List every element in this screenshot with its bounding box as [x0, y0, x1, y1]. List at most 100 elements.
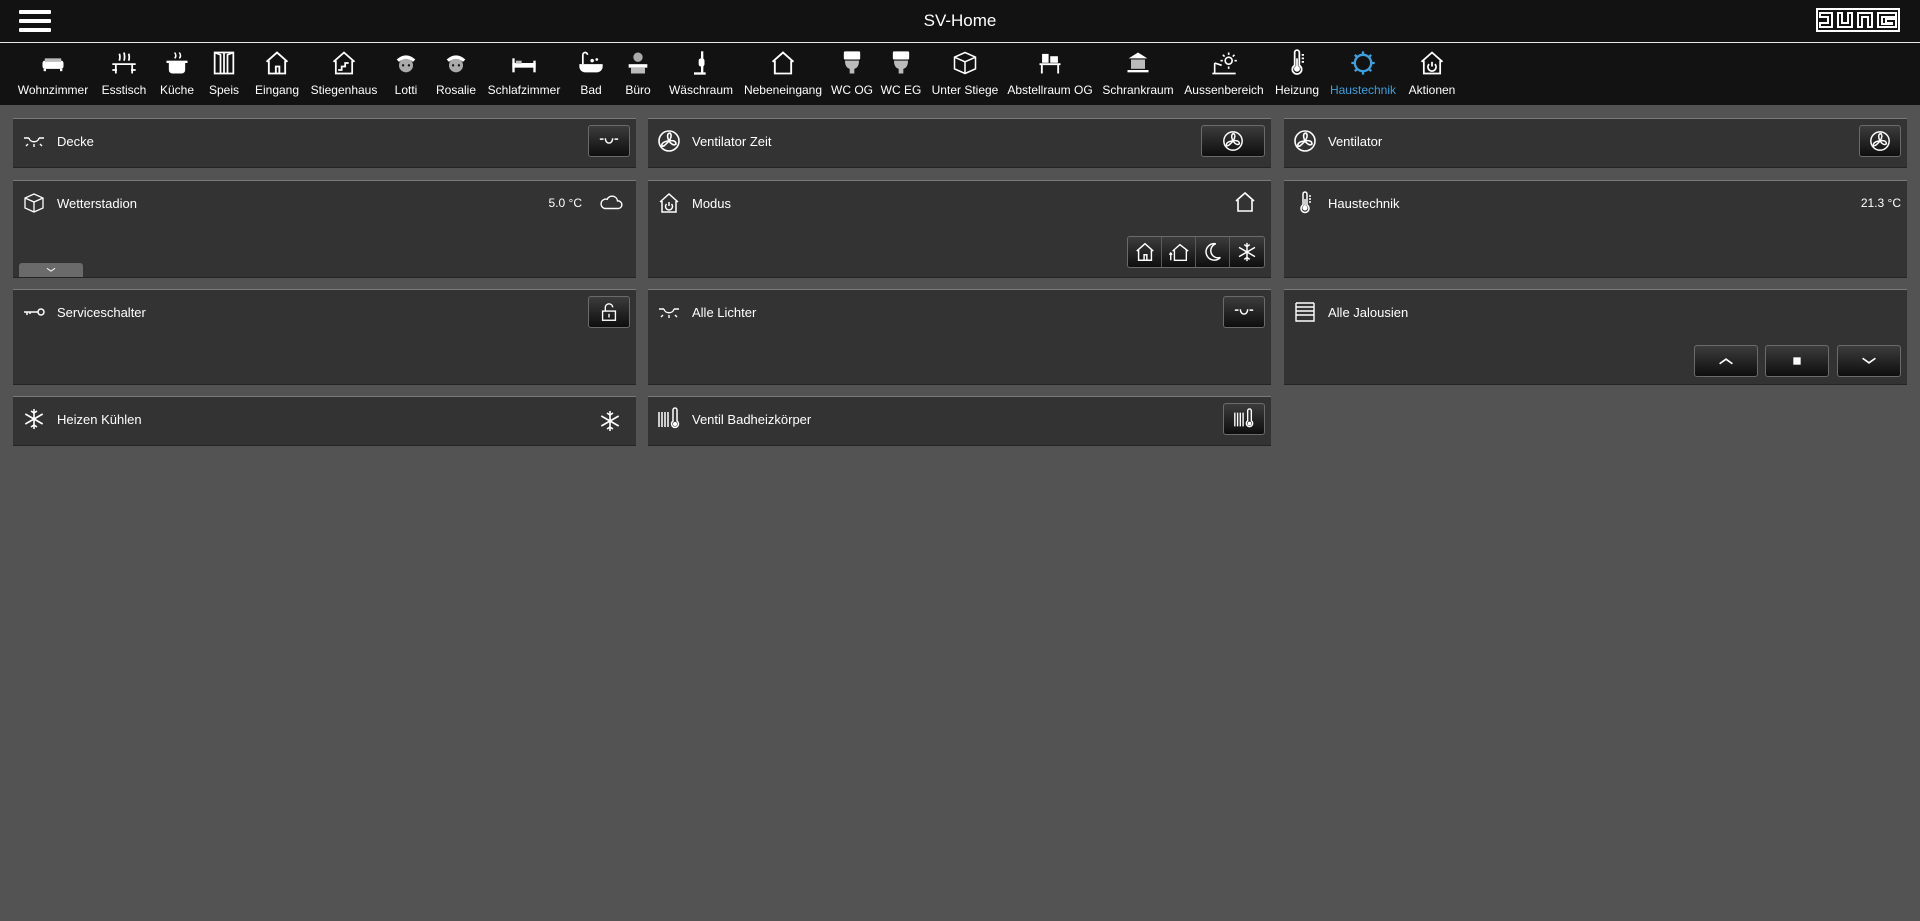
tile-serviceschalter: Serviceschalter [13, 289, 636, 385]
chevron-up-icon [1715, 350, 1737, 372]
mode-home-button[interactable] [1128, 237, 1162, 267]
brand-logo [1816, 8, 1900, 32]
stop-icon [1786, 350, 1808, 372]
dining-table-icon [108, 47, 140, 79]
modus-button-group [1127, 236, 1265, 268]
toilet-icon [836, 47, 868, 79]
nav-item-buero[interactable]: Büro [616, 43, 660, 106]
tile-label: Haustechnik [1328, 196, 1400, 211]
office-person-icon [622, 47, 654, 79]
ventil-badheizkoerper-button[interactable] [1223, 403, 1265, 435]
nav-item-aussenbereich[interactable]: Aussenbereich [1182, 43, 1266, 106]
gear-icon [1347, 47, 1379, 79]
snowflake-icon [1236, 241, 1258, 263]
stairs-house-icon [328, 47, 360, 79]
fan-icon [1869, 130, 1891, 152]
bed-icon [508, 47, 540, 79]
house-arrow-icon [1168, 241, 1190, 263]
tile-label: Decke [57, 134, 94, 149]
nav-item-stiegenhaus[interactable]: Stiegenhaus [308, 43, 380, 106]
nav-item-esstisch[interactable]: Esstisch [96, 43, 152, 106]
cloud-icon [596, 189, 626, 215]
snowflake-icon [21, 406, 47, 432]
tile-alle-jalousien: Alle Jalousien [1284, 289, 1907, 385]
child-face-icon [390, 47, 422, 79]
nav-item-waeschraum[interactable]: Wäschraum [664, 43, 738, 106]
mode-away-button[interactable] [1162, 237, 1196, 267]
tile-ventilator: Ventilator [1284, 118, 1907, 168]
tile-label: Ventilator [1328, 134, 1383, 149]
house-icon [1134, 241, 1156, 263]
chevron-down-icon [42, 263, 60, 277]
vacuum-cleaner-icon [685, 47, 717, 79]
nav-item-schrankraum[interactable]: Schrankraum [1098, 43, 1178, 106]
ceiling-light-icon [21, 128, 47, 154]
nav-item-unter-stiege[interactable]: Unter Stiege [928, 43, 1002, 106]
box-icon [949, 47, 981, 79]
decke-toggle-button[interactable] [588, 125, 630, 157]
expand-button[interactable] [19, 263, 83, 277]
nav-item-eingang[interactable]: Eingang [250, 43, 304, 106]
nav-item-rosalie[interactable]: Rosalie [430, 43, 482, 106]
fan-icon [656, 128, 682, 154]
mode-frost-button[interactable] [1230, 237, 1264, 267]
snowflake-icon [598, 409, 622, 433]
cooking-pot-icon [161, 47, 193, 79]
house-power-icon [1416, 47, 1448, 79]
nav-item-wc-eg[interactable]: WC EG [878, 43, 924, 106]
house-power-icon [656, 190, 682, 216]
child-face-icon [440, 47, 472, 79]
blinds-icon [1292, 299, 1318, 325]
top-bar: SV-Home [0, 0, 1920, 42]
ventilator-button[interactable] [1859, 125, 1901, 157]
serviceschalter-button[interactable] [588, 296, 630, 328]
tile-label: Ventilator Zeit [692, 134, 772, 149]
jalousien-stop-button[interactable] [1765, 345, 1829, 377]
nav-item-schlafzimmer[interactable]: Schlafzimmer [486, 43, 562, 106]
nav-item-abstellraum-og[interactable]: Abstellraum OG [1006, 43, 1094, 106]
tile-decke: Decke [13, 118, 636, 168]
app-title: SV-Home [923, 11, 997, 30]
tile-label: Serviceschalter [57, 305, 146, 320]
nav-item-heizung[interactable]: Heizung [1270, 43, 1324, 106]
radiator-thermometer-icon [656, 406, 682, 432]
wardrobe-icon [1122, 47, 1154, 79]
nav-item-wohnzimmer[interactable]: Wohnzimmer [13, 43, 93, 106]
fan-icon [1292, 128, 1318, 154]
nav-item-lotti[interactable]: Lotti [386, 43, 426, 106]
moon-icon [1202, 241, 1224, 263]
jalousien-down-button[interactable] [1837, 345, 1901, 377]
tile-label: Wetterstadion [57, 196, 137, 211]
garden-sun-icon [1208, 47, 1240, 79]
chevron-down-icon [1858, 350, 1880, 372]
tile-label: Heizen Kühlen [57, 412, 142, 427]
nav-item-speis[interactable]: Speis [202, 43, 246, 106]
tile-modus: Modus [648, 180, 1271, 278]
storage-shelf-icon [1034, 47, 1066, 79]
sofa-icon [37, 47, 69, 79]
light-switch-icon [598, 130, 620, 152]
nav-item-aktionen[interactable]: Aktionen [1404, 43, 1460, 106]
tile-label: Alle Jalousien [1328, 305, 1409, 320]
tile-label: Alle Lichter [692, 305, 757, 320]
ventilator-zeit-button[interactable] [1201, 125, 1265, 157]
nav-item-haustechnik[interactable]: Haustechnik [1328, 43, 1398, 106]
temperature-value: 21.3 °C [1860, 196, 1901, 210]
tile-alle-lichter: Alle Lichter [648, 289, 1271, 385]
nav-item-bad[interactable]: Bad [570, 43, 612, 106]
nav-item-kueche[interactable]: Küche [156, 43, 198, 106]
tile-haustechnik: Haustechnik 21.3 °C [1284, 180, 1907, 278]
house-entrance-icon [261, 47, 293, 79]
nav-item-nebeneingang[interactable]: Nebeneingang [742, 43, 824, 106]
lock-open-icon [598, 301, 620, 323]
jalousien-up-button[interactable] [1694, 345, 1758, 377]
tile-label: Ventil Badheizkörper [692, 412, 812, 427]
alle-lichter-toggle-button[interactable] [1223, 296, 1265, 328]
mode-night-button[interactable] [1196, 237, 1230, 267]
house-icon [1233, 190, 1257, 214]
nav-item-wc-og[interactable]: WC OG [828, 43, 876, 106]
tile-ventil-badheizkoerper: Ventil Badheizkörper [648, 396, 1271, 446]
tile-label: Modus [692, 196, 732, 211]
toilet-icon [885, 47, 917, 79]
light-switch-icon [1233, 301, 1255, 323]
